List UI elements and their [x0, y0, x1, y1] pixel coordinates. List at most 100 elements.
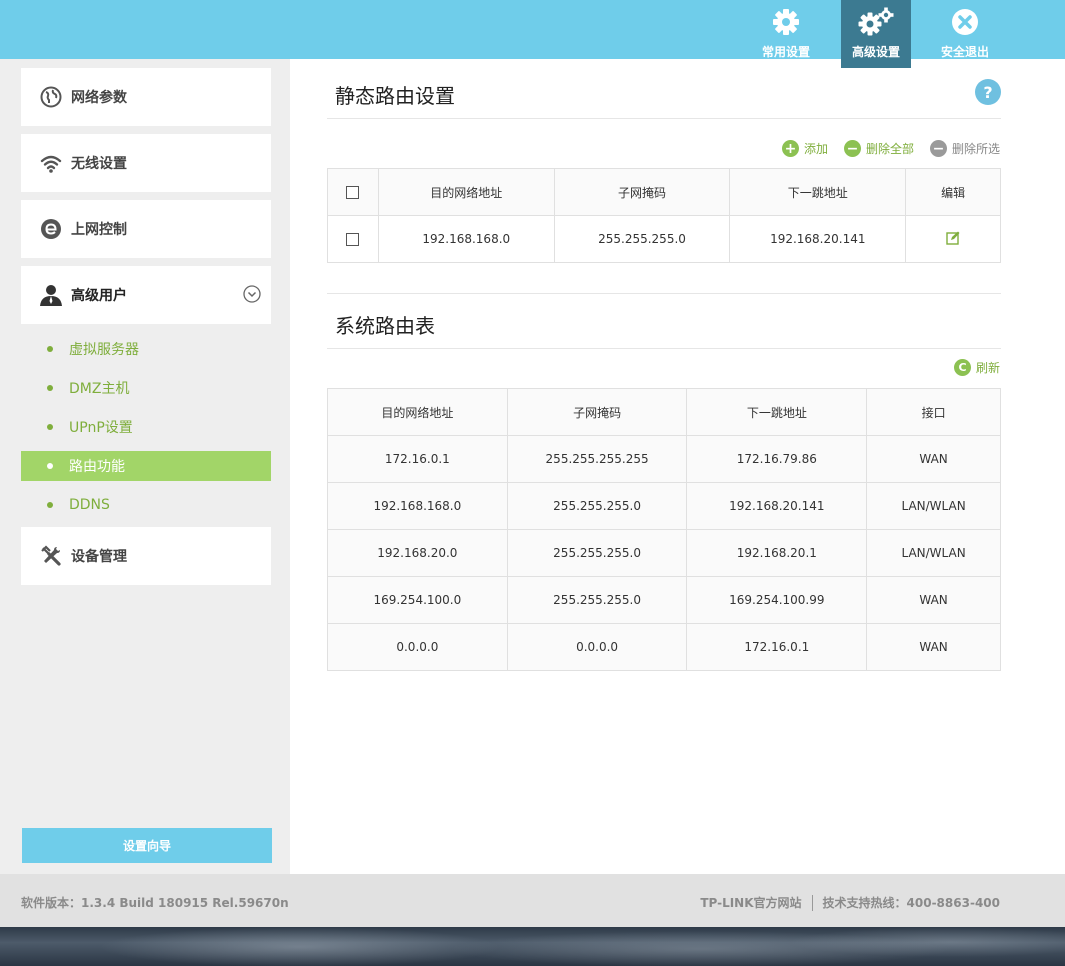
sidebar-subitem-label: 虚拟服务器 — [69, 342, 139, 358]
column-header: 目的网络地址 — [377, 168, 555, 216]
sidebar-subitem-label: DDNS — [69, 497, 110, 513]
table-cell: 192.168.168.0 — [327, 482, 508, 530]
table-cell: 192.168.168.0 — [377, 215, 555, 263]
nav-logout[interactable]: 安全退出 — [930, 0, 1000, 68]
row-checkbox[interactable] — [346, 233, 360, 246]
table-cell: 255.255.255.0 — [506, 482, 688, 530]
refresh-icon: C — [954, 359, 971, 376]
footer: 软件版本：1.3.4 Build 180915 Rel.59670n TP-LI… — [0, 874, 1065, 927]
nav-advanced-label: 高级设置 — [851, 45, 900, 59]
bullet-icon — [47, 502, 53, 508]
refresh-button[interactable]: C 刷新 — [954, 359, 1000, 376]
delete-all-button[interactable]: − 删除全部 — [844, 140, 914, 157]
footer-links: TP-LINK官方网站 技术支持热线：400-8863-400 — [700, 894, 1000, 911]
sidebar-subitem-dmz[interactable]: DMZ主机 — [21, 373, 271, 403]
table-cell: 0.0.0.0 — [327, 623, 508, 671]
sidebar-subitem-routing[interactable]: 路由功能 — [21, 451, 271, 481]
internet-e-icon — [39, 217, 63, 241]
static-route-table: 目的网络地址 子网掩码 下一跳地址 编辑 192.168.168.0 255.2… — [327, 168, 1001, 263]
column-header: 编辑 — [905, 168, 1001, 216]
add-button[interactable]: + 添加 — [782, 140, 828, 157]
table-cell: 255.255.255.0 — [506, 576, 688, 624]
sidebar-subitem-ddns[interactable]: DDNS — [21, 490, 271, 520]
table-cell: 192.168.20.141 — [686, 482, 868, 530]
table-header-row: 目的网络地址 子网掩码 下一跳地址 接口 — [327, 388, 1001, 436]
plus-circle-icon: + — [782, 140, 799, 157]
minus-circle-icon: − — [844, 140, 861, 157]
sidebar-subitem-upnp[interactable]: UPnP设置 — [21, 412, 271, 442]
column-header: 下一跳地址 — [729, 168, 907, 216]
column-header: 子网掩码 — [553, 168, 731, 216]
select-all-cell — [327, 168, 379, 216]
setup-wizard-button[interactable]: 设置向导 — [22, 828, 272, 863]
bullet-icon — [47, 385, 53, 391]
table-row: 169.254.100.0 255.255.255.0 169.254.100.… — [327, 576, 1001, 624]
nav-basic-settings[interactable]: 常用设置 — [751, 0, 821, 68]
sidebar-subitem-label: DMZ主机 — [69, 381, 130, 397]
column-header: 下一跳地址 — [686, 388, 868, 436]
nav-advanced-settings[interactable]: 高级设置 — [841, 0, 911, 68]
row-select-cell — [327, 215, 379, 263]
nav-logout-label: 安全退出 — [940, 45, 989, 59]
sidebar-item-label: 无线设置 — [71, 156, 127, 172]
table-cell: WAN — [866, 623, 1001, 671]
background-texture — [0, 927, 1065, 966]
sidebar-item-device-management[interactable]: 设备管理 — [21, 527, 271, 585]
gear-icon — [751, 8, 821, 36]
user-icon — [39, 283, 63, 307]
column-header: 接口 — [866, 388, 1001, 436]
table-cell: 172.16.79.86 — [686, 435, 868, 483]
sidebar-item-label: 设备管理 — [71, 549, 127, 565]
table-row: 0.0.0.0 0.0.0.0 172.16.0.1 WAN — [327, 623, 1001, 671]
section-title: 系统路由表 — [335, 314, 435, 338]
nav-basic-label: 常用设置 — [761, 45, 810, 59]
column-header: 目的网络地址 — [327, 388, 508, 436]
sidebar-subitem-virtual-server[interactable]: 虚拟服务器 — [21, 334, 271, 364]
delete-selected-label: 删除所选 — [952, 142, 1001, 156]
edit-cell — [905, 215, 1001, 263]
system-route-table: 目的网络地址 子网掩码 下一跳地址 接口 172.16.0.1 255.255.… — [327, 388, 1001, 671]
gears-icon — [841, 7, 911, 36]
support-hotline: 技术支持热线：400-8863-400 — [822, 896, 1000, 910]
table-cell: LAN/WLAN — [866, 482, 1001, 530]
select-all-checkbox[interactable] — [346, 186, 360, 199]
globe-icon — [39, 85, 63, 109]
refresh-label: 刷新 — [976, 361, 1001, 375]
software-version: 软件版本：1.3.4 Build 180915 Rel.59670n — [21, 896, 289, 910]
table-cell: 172.16.0.1 — [327, 435, 508, 483]
table-row: 192.168.168.0 255.255.255.0 192.168.20.1… — [327, 482, 1001, 530]
sidebar-subitem-label: UPnP设置 — [69, 420, 133, 436]
table-cell: 192.168.20.141 — [729, 215, 907, 263]
table-cell: 192.168.20.0 — [327, 529, 508, 577]
help-button[interactable]: ? — [975, 79, 1001, 105]
sidebar-item-internet-control[interactable]: 上网控制 — [21, 200, 271, 258]
table-row: 192.168.20.0 255.255.255.0 192.168.20.1 … — [327, 529, 1001, 577]
sidebar-item-label: 高级用户 — [71, 288, 127, 304]
delete-selected-button[interactable]: − 删除所选 — [930, 140, 1000, 157]
table-cell: 255.255.255.0 — [506, 529, 688, 577]
chevron-down-icon[interactable] — [243, 285, 261, 307]
sidebar-item-advanced-user[interactable]: 高级用户 — [21, 266, 271, 324]
table-cell: WAN — [866, 435, 1001, 483]
table-row: 192.168.168.0 255.255.255.0 192.168.20.1… — [327, 215, 1001, 263]
sidebar-item-label: 上网控制 — [71, 222, 127, 238]
add-label: 添加 — [804, 142, 829, 156]
divider — [327, 293, 1001, 294]
divider — [327, 348, 1001, 349]
sidebar-item-network[interactable]: 网络参数 — [21, 68, 271, 126]
edit-icon[interactable] — [946, 231, 960, 248]
delete-all-label: 删除全部 — [866, 142, 915, 156]
page-title: 静态路由设置 — [335, 84, 455, 108]
bullet-icon — [47, 346, 53, 352]
divider — [327, 118, 1001, 119]
bullet-icon — [47, 463, 53, 469]
sidebar-subitem-label: 路由功能 — [69, 459, 125, 475]
column-header: 子网掩码 — [506, 388, 688, 436]
table-cell: 169.254.100.99 — [686, 576, 868, 624]
sidebar-item-wireless[interactable]: 无线设置 — [21, 134, 271, 192]
sidebar: 网络参数 无线设置 上网控制 高级用户 虚拟服务器 DMZ主机 UPnP设置 路… — [0, 59, 290, 874]
table-cell: 255.255.255.255 — [506, 435, 688, 483]
official-site-link[interactable]: TP-LINK官方网站 — [700, 894, 801, 911]
table-cell: 255.255.255.0 — [553, 215, 731, 263]
table-row: 172.16.0.1 255.255.255.255 172.16.79.86 … — [327, 435, 1001, 483]
